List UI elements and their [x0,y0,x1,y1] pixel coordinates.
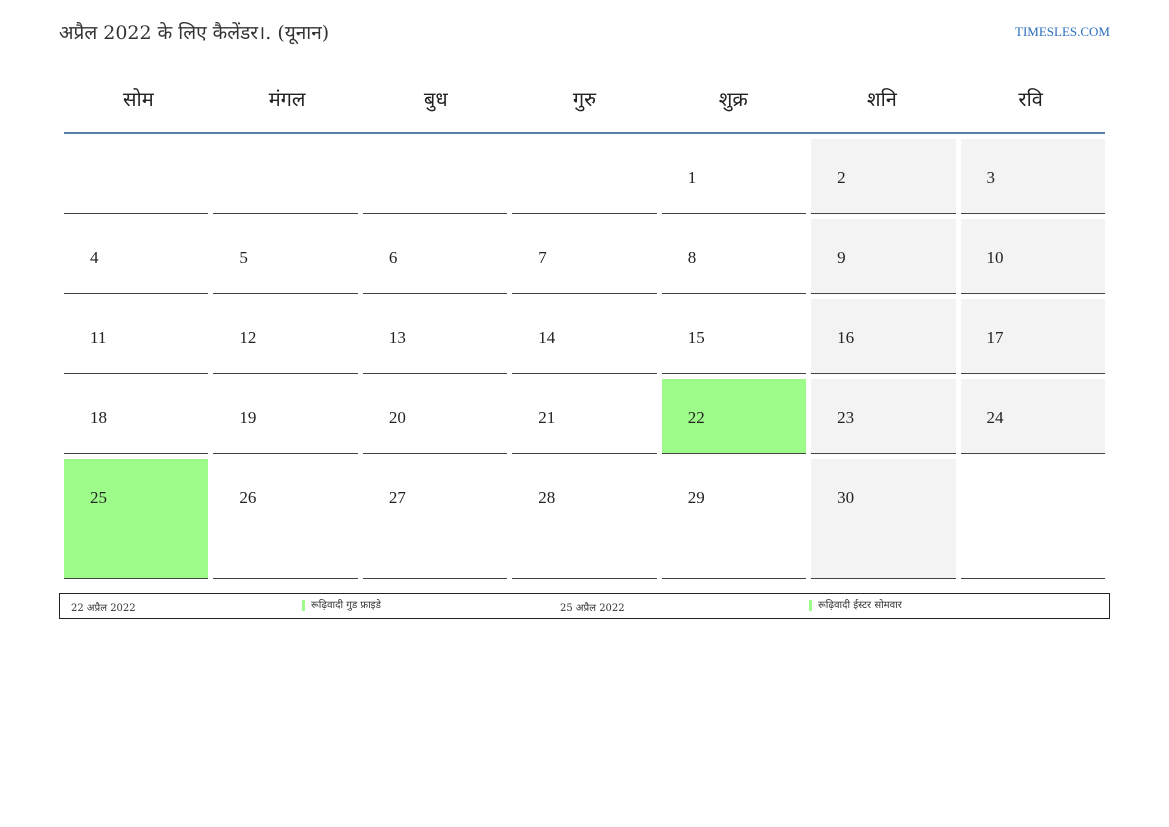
day-cell[interactable]: 22 [661,379,807,454]
day-cell[interactable]: 18 [64,379,209,454]
day-number: 6 [388,248,398,267]
week-row: 11 12 13 14 15 16 17 [64,299,1105,374]
day-cell[interactable]: 7 [512,219,657,294]
day-cell[interactable]: 23 [811,379,956,454]
day-cell[interactable]: 5 [213,219,358,294]
day-number: 12 [239,328,257,347]
day-number: 8 [687,248,697,267]
day-number: 2 [837,168,846,187]
day-number: 26 [239,488,257,507]
day-number: 3 [986,168,996,187]
day-number: 24 [986,408,1004,427]
day-cell[interactable]: 4 [64,219,209,294]
day-cell[interactable]: 12 [213,299,358,374]
empty-day-cell [362,139,508,214]
day-number: 7 [538,248,547,267]
weekday-sun: रवि [1018,87,1043,111]
day-cell[interactable]: 19 [213,379,358,454]
day-number: 19 [239,408,257,427]
day-number: 28 [538,488,556,507]
day-number: 16 [837,328,855,347]
page-title: अप्रैल 2022 के लिए कैलेंडर।. (यूनान) [59,22,330,44]
week-row: 1 2 3 [64,139,1105,214]
day-cell[interactable]: 27 [362,459,508,579]
legend-holiday-name: रूढ़िवादी ईस्टर सोमवार [809,600,902,611]
week-row: 4 5 6 7 8 9 10 [64,219,1105,294]
day-cell[interactable]: 15 [661,299,807,374]
day-number: 27 [388,488,406,507]
day-cell[interactable]: 20 [362,379,508,454]
day-cell[interactable]: 26 [213,459,358,579]
calendar-grid: सोम मंगल बुध गुरु शुक्र शनि रवि 12345678… [64,72,1105,584]
day-cell[interactable]: 17 [960,299,1105,374]
day-cell[interactable]: 11 [64,299,209,374]
day-cell[interactable]: 8 [661,219,807,294]
day-cell[interactable]: 28 [512,459,657,579]
day-number: 10 [986,248,1004,267]
empty-day-cell [213,139,358,214]
weekday-thu: गुरु [572,87,597,111]
holiday-legend: 22 अप्रैल 2022 रूढ़िवादी गुड फ्राइडे 25 … [59,593,1110,619]
weekday-tue: मंगल [268,87,306,111]
day-cell[interactable]: 14 [512,299,657,374]
day-number: 22 [687,408,705,427]
day-number: 15 [687,328,705,347]
legend-date: 22 अप्रैल 2022 [71,603,136,614]
day-cell[interactable]: 3 [960,139,1105,214]
day-cell[interactable]: 1 [661,139,807,214]
day-cell[interactable]: 2 [811,139,956,214]
day-cell[interactable]: 30 [811,459,956,579]
day-number: 1 [687,168,697,187]
weekday-mon: सोम [123,87,154,111]
day-cell[interactable]: 10 [960,219,1105,294]
week-row: 25 26 27 28 29 30 [64,459,1105,579]
day-number: 11 [90,328,107,347]
day-number: 29 [687,488,705,507]
day-number: 9 [837,248,846,267]
legend-holiday-name: रूढ़िवादी गुड फ्राइडे [302,600,381,611]
weekday-sat: शनि [867,87,897,111]
weekday-header: सोम मंगल बुध गुरु शुक्र शनि रवि [64,72,1105,134]
day-cell[interactable]: 13 [362,299,508,374]
day-cell[interactable]: 6 [362,219,508,294]
day-number: 4 [90,248,99,267]
weekday-fri: शुक्र [718,87,748,111]
empty-day-cell [512,139,657,214]
day-number: 14 [538,328,556,347]
day-cell[interactable]: 16 [811,299,956,374]
day-cell[interactable]: 9 [811,219,956,294]
day-number: 17 [986,328,1004,347]
day-cell[interactable]: 21 [512,379,657,454]
weekday-wed: बुध [423,87,448,111]
day-number: 23 [837,408,855,427]
empty-day-cell [64,139,209,214]
day-number: 13 [388,328,406,347]
week-row: 18 19 20 21 22 23 24 [64,379,1105,454]
day-number: 5 [239,248,248,267]
calendar-weeks: 1 2 3 4 5 6 7 8 9 10 11 12 13 14 15 16 17 18 19 20 21 22 23 24 2… [64,139,1105,579]
day-number: 30 [837,488,855,507]
day-number: 20 [388,408,406,427]
empty-day-cell [960,459,1105,579]
day-number: 21 [538,408,556,427]
legend-date: 25 अप्रैल 2022 [560,603,625,614]
day-cell[interactable]: 29 [661,459,807,579]
day-number: 25 [90,488,107,507]
day-cell[interactable]: 24 [960,379,1105,454]
day-cell[interactable]: 25 [64,459,209,579]
site-link[interactable]: TIMESLES.COM [1015,24,1110,40]
day-number: 18 [90,408,107,427]
